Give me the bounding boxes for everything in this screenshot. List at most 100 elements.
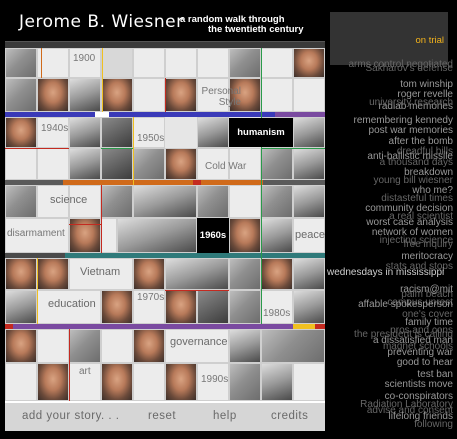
label-art[interactable]: art (79, 366, 91, 377)
page-title: Jerome B. Wiesner (19, 12, 184, 32)
label-vietnam[interactable]: Vietnam (80, 266, 120, 278)
photo-thumbnail[interactable] (117, 218, 197, 253)
photo-thumbnail[interactable] (133, 48, 165, 78)
portrait-thumbnail[interactable] (37, 78, 69, 112)
photo-thumbnail[interactable] (229, 48, 261, 78)
story-item[interactable]: scientists move (385, 380, 453, 390)
label-education[interactable]: education (48, 298, 96, 310)
portrait-thumbnail[interactable] (133, 329, 165, 363)
photo-thumbnail[interactable] (165, 258, 229, 290)
portrait-thumbnail[interactable] (69, 78, 101, 112)
photo-thumbnail[interactable] (261, 329, 325, 363)
portrait-thumbnail[interactable] (5, 78, 37, 112)
photo-thumbnail[interactable] (197, 48, 229, 78)
portrait-thumbnail[interactable] (229, 218, 261, 253)
photo-thumbnail[interactable] (101, 148, 133, 180)
photo-thumbnail[interactable] (5, 148, 37, 180)
portrait-thumbnail[interactable] (165, 78, 197, 112)
photo-thumbnail[interactable] (293, 185, 325, 218)
reset-link[interactable]: reset (148, 410, 176, 422)
photo-thumbnail[interactable] (229, 363, 261, 401)
photo-thumbnail[interactable] (5, 290, 37, 324)
photo-thumbnail[interactable] (261, 185, 293, 218)
label-1970s[interactable]: 1970s (137, 292, 164, 303)
photo-thumbnail[interactable] (261, 363, 293, 401)
photo-thumbnail[interactable] (197, 185, 229, 218)
photo-thumbnail[interactable] (101, 329, 133, 363)
story-item[interactable]: free inquiry (404, 240, 453, 250)
portrait-thumbnail[interactable] (101, 290, 133, 324)
label-1980s[interactable]: 1980s (263, 308, 290, 319)
photo-thumbnail[interactable] (101, 218, 117, 253)
photo-thumbnail[interactable] (133, 148, 165, 180)
portrait-thumbnail[interactable] (133, 258, 165, 290)
portrait-thumbnail[interactable] (165, 363, 197, 401)
photo-thumbnail[interactable] (229, 290, 261, 324)
selected-story-label[interactable]: on trial (415, 35, 444, 46)
story-item[interactable]: wednesdays in mississippi (327, 268, 444, 278)
portrait-thumbnail[interactable] (5, 329, 37, 363)
photo-thumbnail[interactable] (229, 329, 261, 363)
label-cold-war[interactable]: Cold War (205, 161, 246, 172)
portrait-thumbnail[interactable] (5, 117, 37, 148)
photo-thumbnail[interactable] (133, 363, 165, 401)
photo-thumbnail[interactable] (69, 117, 101, 148)
photo-thumbnail[interactable] (293, 258, 325, 290)
credits-link[interactable]: credits (271, 410, 308, 422)
portrait-thumbnail[interactable] (5, 258, 37, 290)
photo-thumbnail[interactable] (293, 290, 325, 324)
photo-thumbnail[interactable] (293, 363, 325, 401)
label-peace[interactable]: peace (295, 229, 325, 241)
label-science[interactable]: science (50, 194, 87, 206)
story-item[interactable]: Sakharov's defense (365, 64, 453, 74)
photo-thumbnail[interactable] (133, 185, 197, 218)
photo-thumbnail[interactable] (37, 148, 69, 180)
help-link[interactable]: help (213, 410, 237, 422)
label-personal-style[interactable]: Personal Style (201, 86, 241, 108)
label-1900[interactable]: 1900 (73, 53, 95, 64)
portrait-thumbnail[interactable] (101, 363, 133, 401)
photo-thumbnail[interactable] (5, 185, 37, 218)
label-1990s[interactable]: 1990s (201, 374, 228, 385)
photo-thumbnail[interactable] (293, 117, 325, 148)
portrait-thumbnail[interactable] (37, 363, 69, 401)
photo-thumbnail[interactable] (101, 117, 133, 148)
selected-story-box[interactable]: on trial (330, 12, 448, 65)
photo-thumbnail[interactable] (37, 329, 69, 363)
photo-thumbnail[interactable] (261, 78, 293, 112)
portrait-thumbnail[interactable] (101, 78, 133, 112)
portrait-thumbnail[interactable] (261, 258, 293, 290)
portrait-thumbnail[interactable] (165, 148, 197, 180)
tag-humanism[interactable]: humanism (229, 118, 293, 147)
portrait-thumbnail[interactable] (293, 48, 325, 78)
photo-thumbnail[interactable] (229, 185, 261, 218)
portrait-thumbnail[interactable] (165, 290, 197, 324)
photo-thumbnail[interactable] (165, 48, 197, 78)
portrait-thumbnail[interactable] (37, 258, 69, 290)
photo-thumbnail[interactable] (261, 218, 293, 253)
add-story-link[interactable]: add your story. . . (22, 410, 120, 422)
photo-thumbnail[interactable] (197, 290, 229, 324)
story-item[interactable]: good to hear (397, 358, 453, 368)
photo-thumbnail[interactable] (5, 48, 37, 78)
photo-thumbnail[interactable] (101, 48, 133, 78)
portrait-thumbnail[interactable] (197, 117, 229, 148)
label-governance[interactable]: governance (170, 336, 228, 348)
photo-thumbnail[interactable] (69, 148, 101, 180)
photo-thumbnail[interactable] (69, 329, 101, 363)
label-1950s[interactable]: 1950s (137, 133, 164, 144)
photo-thumbnail[interactable] (5, 363, 37, 401)
photo-thumbnail[interactable] (261, 148, 293, 180)
story-item[interactable]: university research (369, 98, 453, 108)
photo-thumbnail[interactable] (133, 78, 165, 112)
label-disarmament[interactable]: disarmament (7, 228, 65, 239)
photo-thumbnail[interactable] (261, 48, 293, 78)
photo-thumbnail[interactable] (101, 185, 133, 218)
story-item[interactable]: post war memories (369, 126, 453, 136)
photo-thumbnail[interactable] (293, 148, 325, 180)
story-item[interactable]: following (414, 420, 453, 430)
label-1940s[interactable]: 1940s (41, 123, 68, 134)
tag-1960s[interactable]: 1960s (197, 218, 229, 253)
photo-thumbnail[interactable] (229, 258, 261, 290)
photo-thumbnail[interactable] (293, 78, 325, 112)
